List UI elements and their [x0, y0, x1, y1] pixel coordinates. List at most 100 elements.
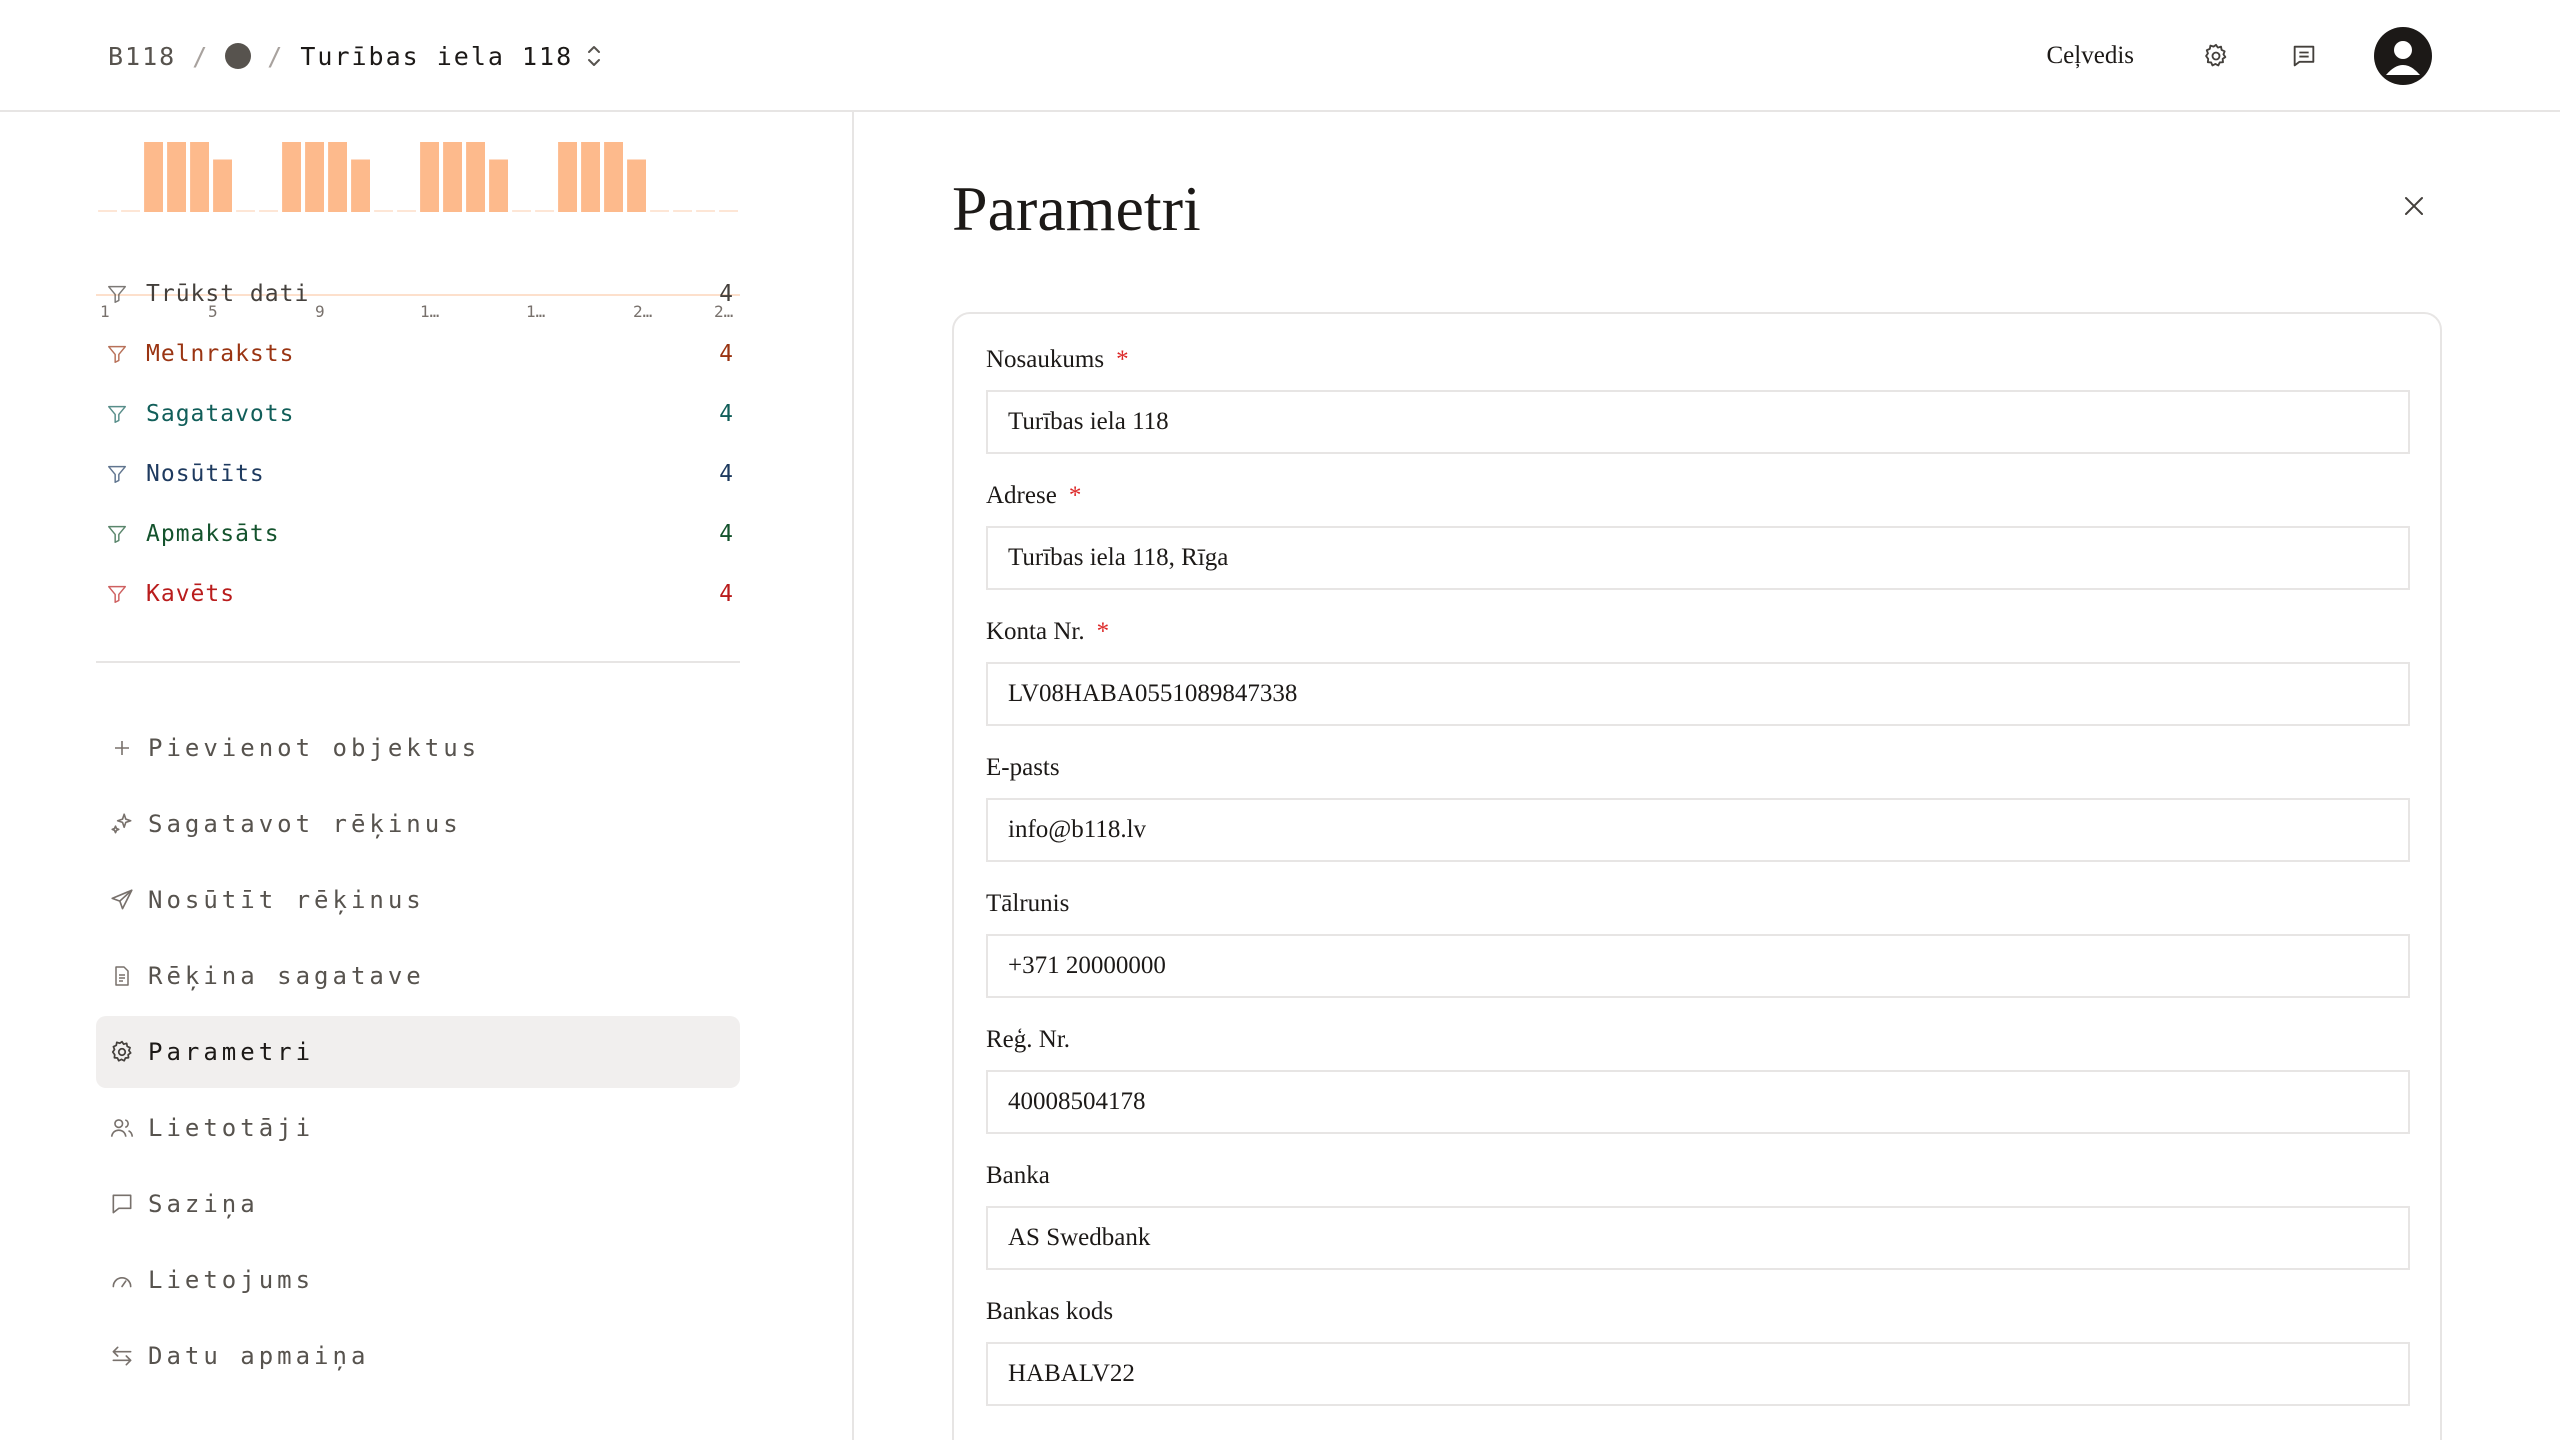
breadcrumb-separator: / — [267, 41, 285, 71]
sidebar-item-label: Rēķina sagatave — [148, 962, 425, 990]
filter-draft[interactable]: Melnraksts 4 — [96, 324, 740, 384]
sidebar-item-label: Saziņa — [148, 1190, 259, 1218]
filter-paid[interactable]: Apmaksāts 4 — [96, 504, 740, 564]
filter-prepared[interactable]: Sagatavots 4 — [96, 384, 740, 444]
sidebar-item-prepare-invoices[interactable]: Sagatavot rēķinus — [96, 788, 740, 860]
page-title: Parametri — [952, 173, 1201, 244]
sidebar-item-settings[interactable]: Parametri — [96, 1016, 740, 1088]
chart-bar[interactable] — [466, 142, 485, 212]
filter-sent[interactable]: Nosūtīts 4 — [96, 444, 740, 504]
filter-icon — [102, 579, 132, 609]
breadcrumb-org[interactable]: B118 — [108, 42, 176, 71]
chart-bar[interactable] — [719, 210, 738, 212]
settings-panel: Parametri Nosaukums * Turības iela 118 Ad… — [856, 112, 2560, 1440]
sidebar-divider — [96, 661, 740, 663]
filter-icon — [102, 519, 132, 549]
filter-missing-data[interactable]: Trūkst dati 4 — [96, 264, 740, 324]
gauge-icon — [106, 1264, 138, 1296]
email-input[interactable]: info@b118.lv — [986, 798, 2410, 862]
chart-bar[interactable] — [489, 159, 508, 213]
chart-bar[interactable] — [535, 210, 554, 212]
status-filters: Trūkst dati 4 Melnraksts 4 Sagatavots 4 … — [96, 264, 740, 624]
address-input[interactable]: Turības iela 118, Rīga — [986, 526, 2410, 590]
users-icon — [106, 1112, 138, 1144]
sidebar-item-label: Lietojums — [148, 1266, 315, 1294]
chart-bar[interactable] — [259, 210, 278, 212]
field-label: Konta Nr. — [986, 618, 1085, 645]
chart-bar[interactable] — [650, 210, 669, 212]
chart-bar[interactable] — [98, 210, 117, 212]
settings-form: Nosaukums * Turības iela 118 Adrese * Turī… — [952, 312, 2442, 1440]
filter-icon — [102, 339, 132, 369]
sidebar-item-send-invoices[interactable]: Nosūtīt rēķinus — [96, 864, 740, 936]
form-field-address: Adrese * Turības iela 118, Rīga — [986, 478, 2410, 590]
chart-bar[interactable] — [190, 142, 209, 212]
chart-bar[interactable] — [558, 142, 577, 212]
org-avatar-icon[interactable] — [225, 43, 252, 69]
chevron-up-down-icon[interactable] — [585, 43, 603, 69]
filter-count: 4 — [719, 581, 734, 607]
filter-overdue[interactable]: Kavēts 4 — [96, 564, 740, 624]
filter-icon — [102, 459, 132, 489]
chart-bar[interactable] — [167, 142, 186, 212]
field-label: Adrese — [986, 482, 1057, 509]
chart-bar[interactable] — [420, 142, 439, 212]
sidebar-item-add-objects[interactable]: Pievienot objektus — [96, 712, 740, 784]
feedback-icon[interactable] — [2286, 38, 2322, 74]
reg-number-input[interactable]: 40008504178 — [986, 1070, 2410, 1134]
chart-bar[interactable] — [328, 142, 347, 212]
chart-bar[interactable] — [144, 142, 163, 212]
chart-bar[interactable] — [397, 210, 416, 212]
sidebar-item-users[interactable]: Lietotāji — [96, 1092, 740, 1164]
sidebar-item-data-exchange[interactable]: Datu apmaiņa — [96, 1320, 740, 1392]
daily-bar-chart — [98, 142, 738, 213]
chart-bar[interactable] — [673, 210, 692, 212]
sidebar-item-label: Sagatavot rēķinus — [148, 810, 462, 838]
field-value: HABALV22 — [1008, 1360, 1135, 1387]
chart-bar[interactable] — [305, 142, 324, 212]
chart-bar[interactable] — [121, 210, 140, 212]
chart-bar[interactable] — [696, 210, 715, 212]
form-field-email: E-pasts info@b118.lv — [986, 750, 2410, 862]
filter-icon — [102, 399, 132, 429]
sidebar-item-communication[interactable]: Saziņa — [96, 1168, 740, 1240]
field-value: +371 20000000 — [1008, 952, 1166, 979]
guide-link[interactable]: Ceļvedis — [2047, 42, 2135, 70]
field-value: Turības iela 118, Rīga — [1008, 544, 1229, 571]
exchange-icon — [106, 1340, 138, 1372]
filter-count: 4 — [719, 281, 734, 307]
plus-icon — [106, 732, 138, 764]
chart-bar[interactable] — [604, 142, 623, 212]
user-avatar[interactable] — [2374, 27, 2432, 85]
chart-bar[interactable] — [581, 142, 600, 212]
chart-bar[interactable] — [213, 159, 232, 213]
gear-icon[interactable] — [2198, 38, 2234, 74]
sidebar-item-usage[interactable]: Lietojums — [96, 1244, 740, 1316]
close-icon[interactable] — [2394, 186, 2434, 226]
chart-bar[interactable] — [236, 210, 255, 212]
name-input[interactable]: Turības iela 118 — [986, 390, 2410, 454]
chart-bar[interactable] — [443, 142, 462, 212]
required-marker: * — [1116, 346, 1129, 373]
form-field-bank-code: Bankas kods HABALV22 — [986, 1294, 2410, 1406]
send-icon — [106, 884, 138, 916]
chart-bar[interactable] — [282, 142, 301, 212]
bank-code-input[interactable]: HABALV22 — [986, 1342, 2410, 1406]
gear-icon — [106, 1036, 138, 1068]
field-value: 40008504178 — [1008, 1088, 1146, 1115]
bank-input[interactable]: AS Swedbank — [986, 1206, 2410, 1270]
chart-bar[interactable] — [512, 210, 531, 212]
required-marker: * — [1068, 482, 1082, 509]
breadcrumb: B118 / / Turības iela 118 — [108, 0, 603, 112]
chart-bar[interactable] — [374, 210, 393, 212]
chart-bar[interactable] — [351, 159, 370, 213]
filter-label: Melnraksts — [146, 341, 295, 367]
breadcrumb-object[interactable]: Turības iela 118 — [300, 42, 573, 71]
account-number-input[interactable]: LV08HABA0551089847338 — [986, 662, 2410, 726]
chart-bar[interactable] — [627, 159, 646, 213]
sidebar-item-label: Nosūtīt rēķinus — [148, 886, 425, 914]
sidebar-item-invoice-template[interactable]: Rēķina sagatave — [96, 940, 740, 1012]
phone-input[interactable]: +371 20000000 — [986, 934, 2410, 998]
field-label: Bankas kods — [986, 1298, 1114, 1325]
form-field-name: Nosaukums * Turības iela 118 — [986, 342, 2410, 454]
